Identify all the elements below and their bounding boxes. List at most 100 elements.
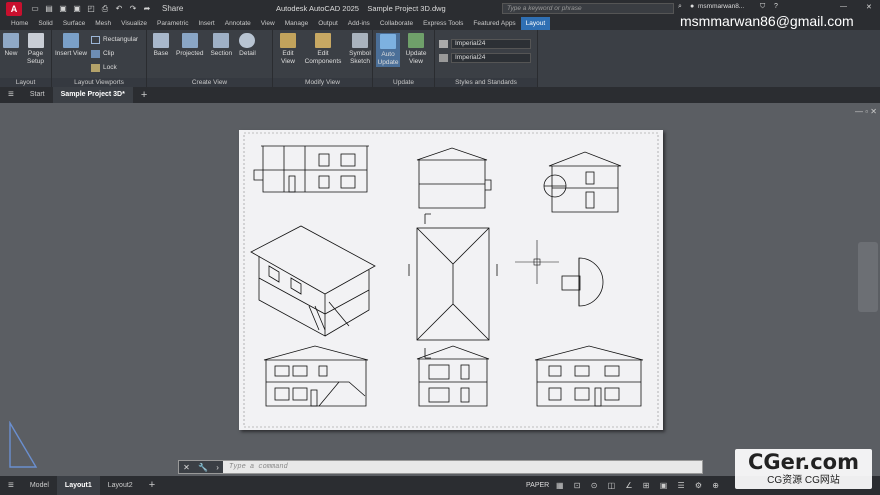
tab-express-tools[interactable]: Express Tools [418,17,468,30]
document-title: Sample Project 3D.dwg [367,4,446,13]
user-name[interactable]: msmmarwan8... [698,3,744,10]
tab-featured-apps[interactable]: Featured Apps [468,17,520,30]
layout-menu-icon[interactable]: ≡ [0,476,22,495]
print-icon[interactable]: ⎙ [100,4,110,13]
update-view-button[interactable]: Update View [404,33,428,65]
tab-parametric[interactable]: Parametric [152,17,193,30]
auto-update-button[interactable]: Auto Update [376,33,400,67]
user-icon[interactable]: ● [690,3,694,10]
front-elevation-top-right [543,151,622,213]
lock-icon [91,63,101,72]
ribbon-filler [538,30,880,87]
help-icon[interactable]: ? [774,3,778,10]
save-icon[interactable]: ▣ [58,4,68,13]
status-toggles-icon[interactable]: ▦ ⊡ ⊙ ◫ ∠ ⊞ ▣ ☰ ⚙ ⊕ [556,481,723,490]
cart-icon[interactable]: ⛉ [760,3,765,11]
navigation-bar[interactable] [858,242,878,312]
front-elevation-bottom-right [534,345,644,407]
paper-space-toggle[interactable]: PAPER [526,482,549,489]
detail-view-icon [239,33,256,48]
rectangular-button[interactable]: Rectangular [91,33,138,46]
tab-layout2[interactable]: Layout2 [100,476,141,495]
tab-output[interactable]: Output [313,17,343,30]
sheet-border [243,132,659,428]
redo-icon[interactable]: ↷ [128,4,138,13]
undo-icon[interactable]: ↶ [114,4,124,13]
web-icon[interactable]: ◰ [86,4,96,13]
share-button[interactable]: Share [162,4,183,13]
tab-annotate[interactable]: Annotate [220,17,256,30]
open-icon[interactable]: ▤ [44,4,54,13]
base-view-icon [153,33,169,48]
base-view-button[interactable]: Base [153,33,169,58]
panel-title: Layout [0,78,51,87]
tab-visualize[interactable]: Visualize [116,17,152,30]
projected-view-button[interactable]: Projected [176,33,203,58]
ucs-icon [8,420,38,469]
layout-sheet [239,130,663,430]
tab-layout[interactable]: Layout [520,17,551,30]
panel-layout: New Page Setup Layout [0,30,52,87]
update-view-icon [408,33,424,48]
edit-components-icon [315,33,331,48]
side-elevation-top [416,147,492,209]
tab-start[interactable]: Start [22,87,53,103]
insert-view-button[interactable]: Insert View [55,33,87,58]
autocad-logo-icon[interactable]: A [6,1,22,16]
share-icon[interactable]: ➦ [142,4,152,13]
tab-mesh[interactable]: Mesh [90,17,116,30]
edit-view-button[interactable]: Edit View [277,33,299,65]
clip-button[interactable]: Clip [91,47,138,60]
symbol-sketch-button[interactable]: Symbol Sketch [347,33,373,65]
window-title: Autodesk AutoCAD 2025 Sample Project 3D.… [276,4,446,13]
viewport-controls-icon[interactable]: — ▫ ✕ [855,107,877,116]
close-command-icon[interactable]: ✕ [183,463,190,472]
panel-update: Auto Update Update View Update [373,30,435,87]
ribbon: New Page Setup Layout Insert View Rectan… [0,30,880,87]
command-input[interactable]: Type a command [229,463,288,471]
panel-title: Layout Viewports [52,78,146,87]
new-layout-button[interactable]: New [3,33,19,58]
panel-title: Create View [147,78,272,87]
detail-circle-drawing [561,257,604,307]
add-layout-icon[interactable]: + [141,476,163,495]
panel-layout-viewports: Insert View Rectangular Clip Lock Layout… [52,30,147,87]
auto-update-icon [380,34,396,49]
search-input[interactable]: Type a keyword or phrase [502,3,674,14]
save-as-icon[interactable]: ▣ [72,4,82,13]
tab-home[interactable]: Home [6,17,33,30]
tab-view[interactable]: View [256,17,280,30]
projected-view-icon [181,33,198,48]
command-line[interactable]: ✕ 🔧 › Type a command [178,460,703,474]
view-style-select[interactable]: Imperial24 [451,39,531,49]
search-icon[interactable]: ⌕ [678,3,682,11]
lock-button[interactable]: Lock [91,61,138,74]
customize-icon[interactable]: 🔧 [198,463,208,472]
panel-title: Styles and Standards [435,78,537,87]
tab-manage[interactable]: Manage [280,17,314,30]
close-icon[interactable]: ✕ [866,3,872,11]
tab-model[interactable]: Model [22,476,57,495]
tab-add-ins[interactable]: Add-ins [343,17,375,30]
edit-components-button[interactable]: Edit Components [304,33,342,65]
watermark-sub: CG资源 CG网站 [767,475,840,486]
page-setup-button[interactable]: Page Setup [23,33,48,65]
drawing-area[interactable]: — ▫ ✕ [0,103,880,468]
new-icon[interactable]: ▭ [30,4,40,13]
section-style-select[interactable]: Imperial24 [451,53,531,63]
watermark: CGer.com CG资源 CG网站 [735,449,872,489]
detail-view-button[interactable]: Detail [239,33,256,58]
tab-layout1[interactable]: Layout1 [56,476,100,495]
tab-sample-project[interactable]: Sample Project 3D* [52,87,133,103]
tab-insert[interactable]: Insert [193,17,219,30]
panel-modify-view: Edit View Edit Components Symbol Sketch … [273,30,373,87]
panel-styles-standards: Imperial24 Imperial24 Styles and Standar… [435,30,538,87]
tab-collaborate[interactable]: Collaborate [375,17,418,30]
tab-surface[interactable]: Surface [58,17,90,30]
menu-icon[interactable]: ≡ [0,87,22,103]
new-tab-icon[interactable]: + [133,87,155,103]
prompt-icon[interactable]: › [216,463,219,472]
tab-solid[interactable]: Solid [33,17,57,30]
section-view-button[interactable]: Section [210,33,232,58]
minimize-icon[interactable]: — [840,3,847,10]
